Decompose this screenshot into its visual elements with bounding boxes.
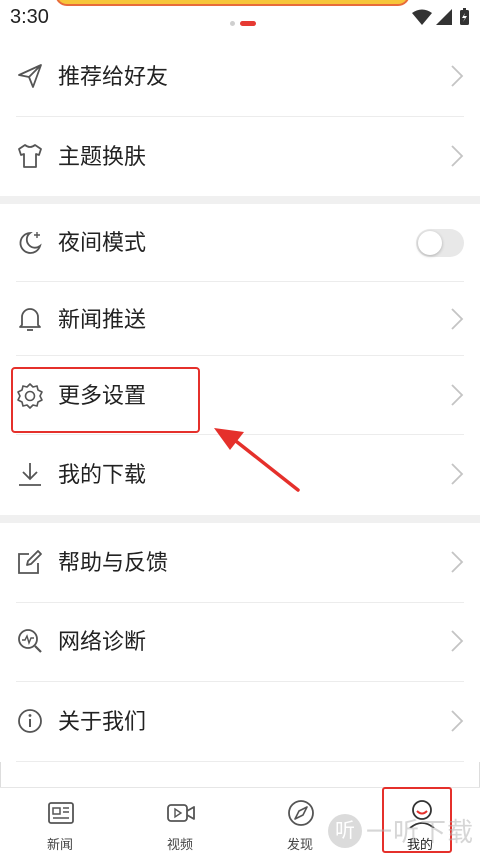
watermark-badge: 听 [328,814,362,848]
page-dot-active [240,21,256,26]
status-icons [412,8,469,25]
page-dot-inactive [230,21,235,26]
menu-item-theme[interactable]: 主题换肤 [0,117,480,196]
discover-icon [288,800,314,826]
menu-item-label: 推荐给好友 [58,64,169,89]
chevron-right-icon [451,65,464,87]
section-separator [0,196,480,204]
menu-item-help-feedback[interactable]: 帮助与反馈 [0,523,480,603]
menu-item-news-push[interactable]: 新闻推送 [0,282,480,356]
section-separator [0,515,480,523]
chevron-right-icon [451,710,464,732]
info-icon [18,709,42,733]
page-indicator [230,20,260,26]
tshirt-icon [18,144,42,168]
send-icon [18,64,42,88]
signal-icon [436,9,452,25]
chevron-right-icon [451,384,464,406]
divider [16,761,464,762]
nav-label: 新闻 [46,837,73,852]
watermark-text: 一听下载 [365,817,474,847]
status-time: 3:30 [10,6,49,28]
menu-item-label: 主题换肤 [58,144,147,169]
moon-icon [19,231,42,254]
menu-item-label: 关于我们 [58,709,147,734]
chevron-right-icon [451,145,464,167]
network-diagnose-icon [18,629,42,653]
download-icon [19,463,41,486]
annotation-highlight-box [11,367,200,433]
menu-item-label: 网络诊断 [58,629,147,654]
menu-item-label: 我的下载 [58,462,147,487]
chevron-right-icon [451,630,464,652]
night-mode-toggle[interactable] [416,229,464,257]
annotation-arrow-icon [214,428,300,492]
chevron-right-icon [451,463,464,485]
menu-item-label: 新闻推送 [58,307,147,332]
chevron-right-icon [451,551,464,573]
wifi-icon [412,9,432,25]
nav-tab-news[interactable]: 新闻 [0,788,120,854]
menu-item-night-mode[interactable]: 夜间模式 [0,204,480,282]
nav-label: 视频 [166,837,193,852]
chevron-right-icon [451,308,464,330]
top-banner [55,0,410,6]
video-icon [167,804,195,822]
menu-item-network-diagnosis[interactable]: 网络诊断 [0,603,480,682]
toggle-knob [418,231,442,255]
menu-item-label: 夜间模式 [58,230,147,255]
menu-item-about-us[interactable]: 关于我们 [0,682,480,762]
news-icon [48,802,74,824]
edit-icon [18,550,42,574]
status-bar: 3:30 [0,0,480,36]
bell-icon [19,308,41,331]
nav-tab-video[interactable]: 视频 [120,788,240,854]
menu-item-label: 帮助与反馈 [58,550,169,575]
menu-item-recommend[interactable]: 推荐给好友 [0,36,480,117]
